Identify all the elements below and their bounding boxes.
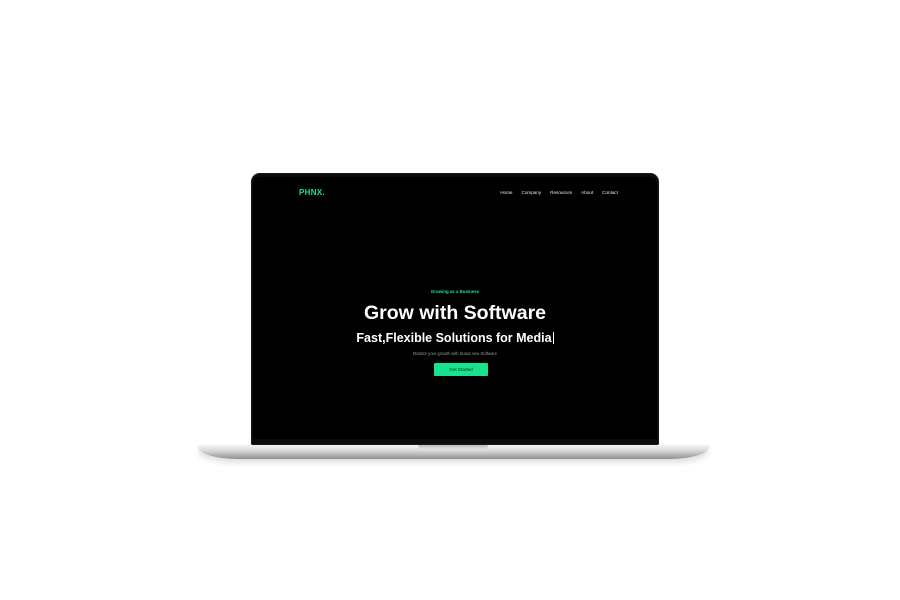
hero-description: Monitor your growth with brand new Softw…	[412, 351, 498, 356]
stage: PHNX. Home Company Resources About Conta…	[0, 0, 900, 600]
get-started-button[interactable]: Get Started	[434, 363, 488, 376]
text-cursor	[552, 332, 554, 344]
hero-subheadline: Fast,Flexible Solutions for Media	[356, 331, 552, 345]
hero-subheadline-wrap: Fast,Flexible Solutions for Media	[253, 331, 657, 345]
laptop-notch	[418, 445, 488, 450]
hero-headline: Grow with Software	[363, 302, 546, 324]
hero-eyebrow: Growing as a Business	[430, 289, 480, 294]
laptop-screen: PHNX. Home Company Resources About Conta…	[253, 177, 657, 439]
hero-section: Growing as a Business Grow with Software…	[253, 177, 657, 439]
